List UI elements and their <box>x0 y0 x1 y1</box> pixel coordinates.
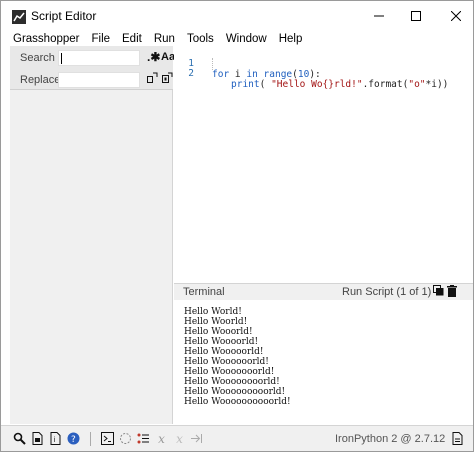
string-literal: "Hello Wo{}rld!" <box>271 79 363 90</box>
code-text: *i)) <box>425 79 449 90</box>
menu-window[interactable]: Window <box>220 33 273 45</box>
builtin-function: print <box>231 79 260 90</box>
match-case-icon[interactable]: Aa <box>161 51 175 63</box>
string-literal: "o" <box>408 79 426 90</box>
title-bar[interactable]: Script Editor <box>1 1 473 31</box>
terminal-icon[interactable] <box>101 432 114 445</box>
variable-icon[interactable]: 𝑥 <box>155 432 168 446</box>
document-edit-icon[interactable] <box>451 432 464 445</box>
output-line: Hello Wooooooooorld! <box>184 387 286 397</box>
code-text: ( <box>259 79 272 90</box>
menu-file[interactable]: File <box>85 33 116 45</box>
step-icon[interactable] <box>190 432 203 445</box>
code-text: .format( <box>362 79 409 90</box>
line-number: 2 <box>188 68 194 79</box>
keyword: for <box>212 69 230 80</box>
run-status: Run Script (1 of 1) <box>342 286 432 298</box>
replace-input[interactable] <box>58 72 140 88</box>
output-line: Hello Woooorld! <box>184 337 259 347</box>
replace-label: Replace <box>20 74 61 86</box>
terminal-output[interactable]: Hello World! Hello Woorld! Hello Wooorld… <box>174 301 473 424</box>
variable-off-icon[interactable]: 𝑥 <box>173 432 186 446</box>
trash-icon[interactable] <box>447 285 457 297</box>
help-icon[interactable]: ? <box>67 432 80 445</box>
code-editor[interactable]: 1 for i in range(10): 2 print( "Hello Wo… <box>174 46 473 283</box>
terminal-header: Terminal Run Script (1 of 1) <box>174 283 473 300</box>
text-caret <box>61 53 62 64</box>
script-editor-window: Script Editor Grasshopper File Edit Run … <box>0 0 474 452</box>
close-button[interactable] <box>433 1 474 31</box>
menu-edit[interactable]: Edit <box>116 33 148 45</box>
output-line: Hello Wooorld! <box>184 327 253 337</box>
document-icon[interactable] <box>31 432 44 445</box>
status-bar: i ? 𝑥 𝑥 IronPython 2 @ 2.7.12 <box>1 425 473 451</box>
output-line: Hello Woooooooooorld! <box>184 397 291 407</box>
search-icon[interactable] <box>13 432 26 445</box>
terminal-title: Terminal <box>183 286 225 298</box>
replace-icon[interactable] <box>147 72 158 83</box>
output-line: Hello Wooooooorld! <box>184 367 275 377</box>
breakpoint-icon[interactable] <box>119 432 132 445</box>
indent-guide <box>212 58 213 70</box>
replace-all-icon[interactable] <box>162 72 173 83</box>
find-replace-bar: Search .✱ Aa Replace <box>10 46 175 90</box>
search-label: Search <box>20 52 55 64</box>
grasshopper-app-icon <box>12 10 26 24</box>
menu-tools[interactable]: Tools <box>181 33 220 45</box>
toolbar-separator <box>90 432 91 446</box>
browser-panel[interactable]: Search .✱ Aa Replace <box>10 46 175 424</box>
svg-text:i: i <box>54 436 56 444</box>
menu-bar: Grasshopper File Edit Run Tools Window H… <box>1 31 473 47</box>
search-input[interactable] <box>58 50 140 66</box>
output-line: Hello Wooooorld! <box>184 347 264 357</box>
menu-run[interactable]: Run <box>148 33 181 45</box>
document-info-icon[interactable]: i <box>49 432 62 445</box>
regex-icon[interactable]: .✱ <box>147 50 160 64</box>
menu-grasshopper[interactable]: Grasshopper <box>1 33 85 45</box>
menu-help[interactable]: Help <box>273 33 309 45</box>
python-engine-label[interactable]: IronPython 2 @ 2.7.12 <box>335 433 445 445</box>
copy-icon[interactable] <box>433 285 444 296</box>
window-title: Script Editor <box>31 9 97 23</box>
code-line[interactable]: 2 print( "Hello Wo{}rld!".format("o"*i)) <box>174 57 473 90</box>
debug-list-icon[interactable] <box>137 432 150 445</box>
output-line: Hello World! <box>184 307 242 317</box>
output-line: Hello Woooooorld! <box>184 357 269 367</box>
svg-text:?: ? <box>71 435 76 445</box>
output-line: Hello Woooooooorld! <box>184 377 280 387</box>
output-line: Hello Woorld! <box>184 317 248 327</box>
